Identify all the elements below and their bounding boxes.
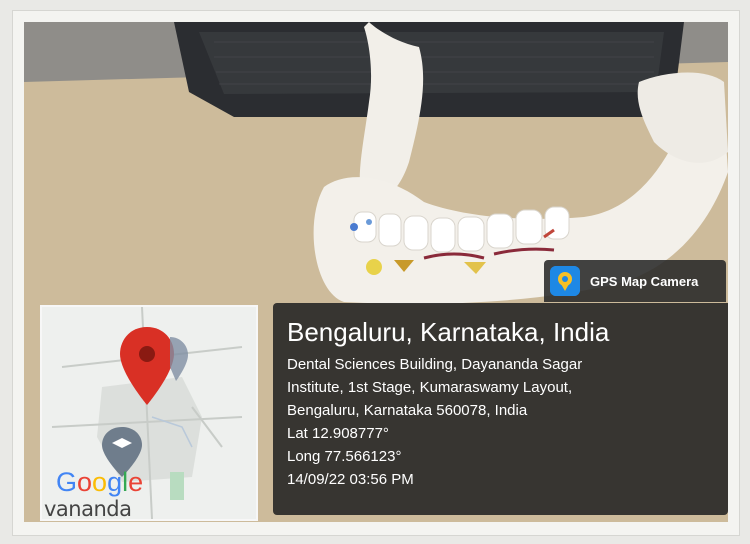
app-badge: GPS Map Camera [544,260,726,302]
latitude: Lat 12.908777° [287,425,389,442]
google-logo: Google [56,467,144,497]
address-line: Institute, 1st Stage, Kumaraswamy Layout… [287,379,573,396]
map-pin-icon [120,327,174,405]
gps-camera-icon [550,266,580,296]
location-panel: Bengaluru, Karnataka, India Dental Scien… [273,303,728,515]
app-label: GPS Map Camera [590,273,699,289]
city-title: Bengaluru, Karnataka, India [287,317,610,347]
longitude: Long 77.566123° [287,448,402,465]
address-line: Dental Sciences Building, Dayananda Saga… [287,356,583,373]
map-caption: vananda [44,497,132,521]
timestamp: 14/09/22 03:56 PM [287,471,414,488]
address-line: Bengaluru, Karnataka 560078, India [287,402,528,419]
map-thumbnail[interactable]: Google vananda [40,305,258,521]
